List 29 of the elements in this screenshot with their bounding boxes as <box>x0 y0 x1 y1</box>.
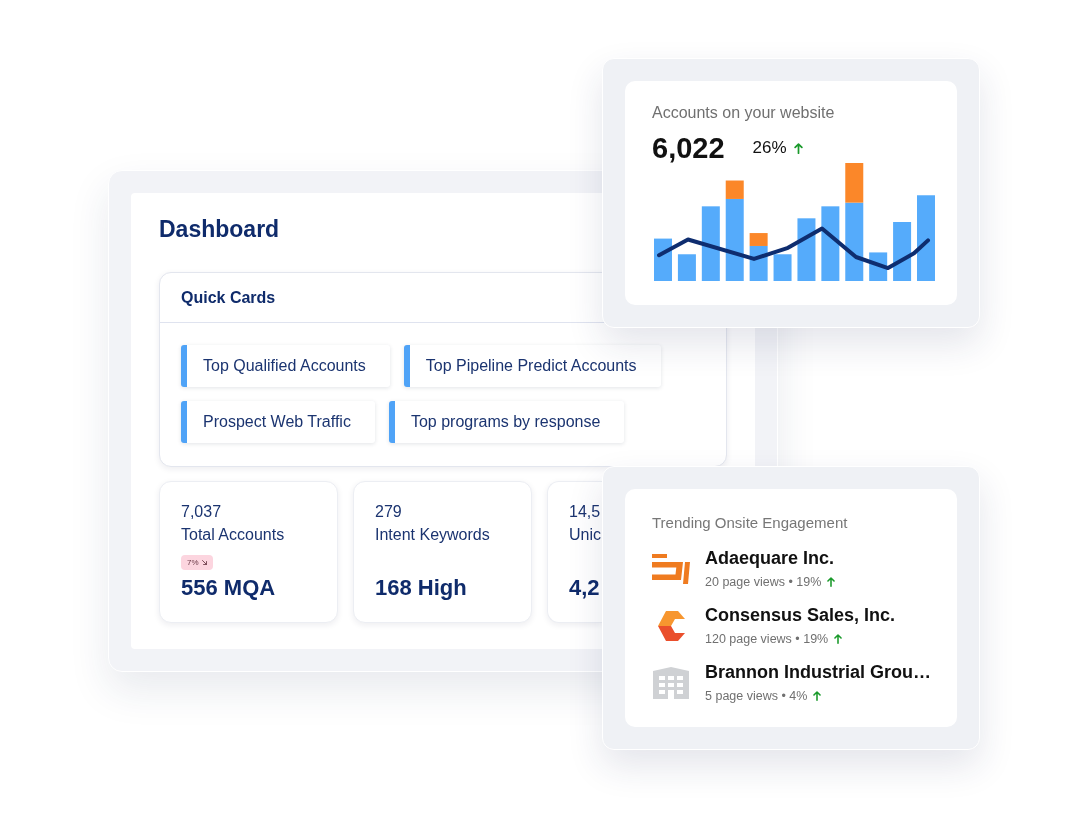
dashboard-title: Dashboard <box>159 215 280 243</box>
stat-value: 168 High <box>375 574 467 602</box>
page-views-text: 120 page views • 19% <box>705 631 829 647</box>
quick-cards-title: Quick Cards <box>181 287 276 308</box>
hexagon-logo-icon <box>657 610 685 641</box>
company-name: Adaequare Inc. <box>705 547 835 569</box>
accounts-total: 6,022 <box>652 133 725 163</box>
change-badge: 7% <box>181 554 213 570</box>
building-icon <box>653 666 689 699</box>
stat-value: 556 MQA <box>181 574 276 602</box>
quick-card-link[interactable]: Prospect Web Traffic <box>181 401 375 443</box>
company-name: Consensus Sales, Inc. <box>705 604 896 626</box>
card-title: Accounts on your website <box>652 103 835 123</box>
stat-label: Intent Keywords <box>375 525 490 545</box>
quick-card-link[interactable]: Top Qualified Accounts <box>181 345 390 387</box>
page-views-text: 5 page views • 4% <box>705 688 808 704</box>
change-percent: 26% <box>752 138 787 158</box>
quick-card-link[interactable]: Top Pipeline Predict Accounts <box>403 345 661 387</box>
stat-count: 279 <box>375 502 402 522</box>
company-name: Brannon Industrial Grou… <box>705 661 931 683</box>
stat-label: Total Accounts <box>181 525 285 545</box>
stat-label: Unic <box>569 525 601 545</box>
stat-count: 7,037 <box>181 502 222 522</box>
stat-value: 4,2 <box>569 574 600 602</box>
page-views-text: 20 page views • 19% <box>705 574 822 590</box>
card-title: Trending Onsite Engagement <box>652 513 848 533</box>
quick-card-link[interactable]: Top programs by response <box>388 401 625 443</box>
stat-count: 14,5 <box>569 502 601 522</box>
bracket-logo-icon <box>652 553 690 584</box>
